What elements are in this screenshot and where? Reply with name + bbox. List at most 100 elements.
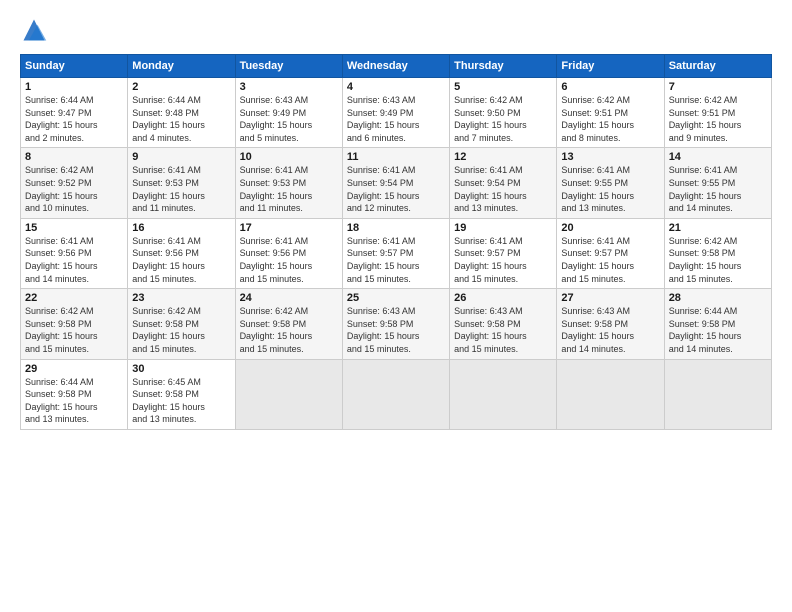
day-cell: 13Sunrise: 6:41 AM Sunset: 9:55 PM Dayli…: [557, 148, 664, 218]
day-cell: 6Sunrise: 6:42 AM Sunset: 9:51 PM Daylig…: [557, 78, 664, 148]
day-detail: Sunrise: 6:41 AM Sunset: 9:54 PM Dayligh…: [454, 164, 552, 214]
day-detail: Sunrise: 6:41 AM Sunset: 9:56 PM Dayligh…: [132, 235, 230, 285]
logo-icon: [20, 16, 48, 44]
day-detail: Sunrise: 6:43 AM Sunset: 9:49 PM Dayligh…: [347, 94, 445, 144]
day-number: 1: [25, 81, 123, 93]
day-cell: 8Sunrise: 6:42 AM Sunset: 9:52 PM Daylig…: [21, 148, 128, 218]
day-number: 24: [240, 292, 338, 304]
day-detail: Sunrise: 6:41 AM Sunset: 9:53 PM Dayligh…: [132, 164, 230, 214]
calendar-header: SundayMondayTuesdayWednesdayThursdayFrid…: [21, 55, 772, 78]
day-cell: 22Sunrise: 6:42 AM Sunset: 9:58 PM Dayli…: [21, 289, 128, 359]
day-number: 14: [669, 151, 767, 163]
day-cell: 25Sunrise: 6:43 AM Sunset: 9:58 PM Dayli…: [342, 289, 449, 359]
day-number: 8: [25, 151, 123, 163]
day-number: 16: [132, 222, 230, 234]
day-cell: 11Sunrise: 6:41 AM Sunset: 9:54 PM Dayli…: [342, 148, 449, 218]
day-detail: Sunrise: 6:42 AM Sunset: 9:51 PM Dayligh…: [669, 94, 767, 144]
day-number: 11: [347, 151, 445, 163]
day-number: 13: [561, 151, 659, 163]
calendar-table: SundayMondayTuesdayWednesdayThursdayFrid…: [20, 54, 772, 430]
day-number: 29: [25, 363, 123, 375]
day-number: 17: [240, 222, 338, 234]
day-cell: 10Sunrise: 6:41 AM Sunset: 9:53 PM Dayli…: [235, 148, 342, 218]
day-detail: Sunrise: 6:42 AM Sunset: 9:58 PM Dayligh…: [240, 305, 338, 355]
day-number: 20: [561, 222, 659, 234]
day-detail: Sunrise: 6:42 AM Sunset: 9:58 PM Dayligh…: [132, 305, 230, 355]
day-cell: 14Sunrise: 6:41 AM Sunset: 9:55 PM Dayli…: [664, 148, 771, 218]
day-number: 4: [347, 81, 445, 93]
day-detail: Sunrise: 6:41 AM Sunset: 9:53 PM Dayligh…: [240, 164, 338, 214]
header-cell-thursday: Thursday: [450, 55, 557, 78]
day-detail: Sunrise: 6:41 AM Sunset: 9:56 PM Dayligh…: [240, 235, 338, 285]
day-cell: 12Sunrise: 6:41 AM Sunset: 9:54 PM Dayli…: [450, 148, 557, 218]
logo: [20, 16, 52, 44]
header-row: SundayMondayTuesdayWednesdayThursdayFrid…: [21, 55, 772, 78]
calendar-body: 1Sunrise: 6:44 AM Sunset: 9:47 PM Daylig…: [21, 78, 772, 430]
day-detail: Sunrise: 6:42 AM Sunset: 9:52 PM Dayligh…: [25, 164, 123, 214]
day-cell: [342, 359, 449, 429]
day-detail: Sunrise: 6:43 AM Sunset: 9:49 PM Dayligh…: [240, 94, 338, 144]
week-row-5: 29Sunrise: 6:44 AM Sunset: 9:58 PM Dayli…: [21, 359, 772, 429]
day-detail: Sunrise: 6:44 AM Sunset: 9:48 PM Dayligh…: [132, 94, 230, 144]
day-number: 18: [347, 222, 445, 234]
day-cell: 15Sunrise: 6:41 AM Sunset: 9:56 PM Dayli…: [21, 218, 128, 288]
day-cell: 19Sunrise: 6:41 AM Sunset: 9:57 PM Dayli…: [450, 218, 557, 288]
header-cell-monday: Monday: [128, 55, 235, 78]
day-cell: 7Sunrise: 6:42 AM Sunset: 9:51 PM Daylig…: [664, 78, 771, 148]
header-cell-friday: Friday: [557, 55, 664, 78]
week-row-1: 1Sunrise: 6:44 AM Sunset: 9:47 PM Daylig…: [21, 78, 772, 148]
day-number: 15: [25, 222, 123, 234]
day-number: 25: [347, 292, 445, 304]
day-detail: Sunrise: 6:42 AM Sunset: 9:51 PM Dayligh…: [561, 94, 659, 144]
day-cell: 29Sunrise: 6:44 AM Sunset: 9:58 PM Dayli…: [21, 359, 128, 429]
day-cell: 26Sunrise: 6:43 AM Sunset: 9:58 PM Dayli…: [450, 289, 557, 359]
day-number: 12: [454, 151, 552, 163]
day-number: 2: [132, 81, 230, 93]
day-cell: 3Sunrise: 6:43 AM Sunset: 9:49 PM Daylig…: [235, 78, 342, 148]
day-cell: 23Sunrise: 6:42 AM Sunset: 9:58 PM Dayli…: [128, 289, 235, 359]
day-cell: [450, 359, 557, 429]
day-number: 30: [132, 363, 230, 375]
day-number: 19: [454, 222, 552, 234]
day-detail: Sunrise: 6:42 AM Sunset: 9:58 PM Dayligh…: [669, 235, 767, 285]
day-detail: Sunrise: 6:45 AM Sunset: 9:58 PM Dayligh…: [132, 376, 230, 426]
day-detail: Sunrise: 6:44 AM Sunset: 9:47 PM Dayligh…: [25, 94, 123, 144]
day-detail: Sunrise: 6:41 AM Sunset: 9:57 PM Dayligh…: [561, 235, 659, 285]
day-cell: 30Sunrise: 6:45 AM Sunset: 9:58 PM Dayli…: [128, 359, 235, 429]
day-cell: 16Sunrise: 6:41 AM Sunset: 9:56 PM Dayli…: [128, 218, 235, 288]
header: [20, 16, 772, 44]
day-cell: 1Sunrise: 6:44 AM Sunset: 9:47 PM Daylig…: [21, 78, 128, 148]
header-cell-saturday: Saturday: [664, 55, 771, 78]
day-detail: Sunrise: 6:41 AM Sunset: 9:55 PM Dayligh…: [669, 164, 767, 214]
week-row-4: 22Sunrise: 6:42 AM Sunset: 9:58 PM Dayli…: [21, 289, 772, 359]
day-cell: 18Sunrise: 6:41 AM Sunset: 9:57 PM Dayli…: [342, 218, 449, 288]
day-number: 3: [240, 81, 338, 93]
day-cell: 4Sunrise: 6:43 AM Sunset: 9:49 PM Daylig…: [342, 78, 449, 148]
day-detail: Sunrise: 6:41 AM Sunset: 9:55 PM Dayligh…: [561, 164, 659, 214]
day-detail: Sunrise: 6:42 AM Sunset: 9:50 PM Dayligh…: [454, 94, 552, 144]
day-number: 27: [561, 292, 659, 304]
day-cell: 20Sunrise: 6:41 AM Sunset: 9:57 PM Dayli…: [557, 218, 664, 288]
day-cell: 5Sunrise: 6:42 AM Sunset: 9:50 PM Daylig…: [450, 78, 557, 148]
page: SundayMondayTuesdayWednesdayThursdayFrid…: [0, 0, 792, 612]
day-detail: Sunrise: 6:41 AM Sunset: 9:57 PM Dayligh…: [454, 235, 552, 285]
day-number: 22: [25, 292, 123, 304]
day-cell: 27Sunrise: 6:43 AM Sunset: 9:58 PM Dayli…: [557, 289, 664, 359]
day-cell: 21Sunrise: 6:42 AM Sunset: 9:58 PM Dayli…: [664, 218, 771, 288]
day-number: 21: [669, 222, 767, 234]
day-number: 26: [454, 292, 552, 304]
day-detail: Sunrise: 6:44 AM Sunset: 9:58 PM Dayligh…: [25, 376, 123, 426]
week-row-2: 8Sunrise: 6:42 AM Sunset: 9:52 PM Daylig…: [21, 148, 772, 218]
day-detail: Sunrise: 6:42 AM Sunset: 9:58 PM Dayligh…: [25, 305, 123, 355]
day-number: 9: [132, 151, 230, 163]
day-cell: [557, 359, 664, 429]
day-detail: Sunrise: 6:41 AM Sunset: 9:54 PM Dayligh…: [347, 164, 445, 214]
header-cell-tuesday: Tuesday: [235, 55, 342, 78]
day-cell: [235, 359, 342, 429]
day-detail: Sunrise: 6:41 AM Sunset: 9:56 PM Dayligh…: [25, 235, 123, 285]
day-detail: Sunrise: 6:43 AM Sunset: 9:58 PM Dayligh…: [561, 305, 659, 355]
header-cell-wednesday: Wednesday: [342, 55, 449, 78]
header-cell-sunday: Sunday: [21, 55, 128, 78]
day-cell: 9Sunrise: 6:41 AM Sunset: 9:53 PM Daylig…: [128, 148, 235, 218]
day-cell: 17Sunrise: 6:41 AM Sunset: 9:56 PM Dayli…: [235, 218, 342, 288]
